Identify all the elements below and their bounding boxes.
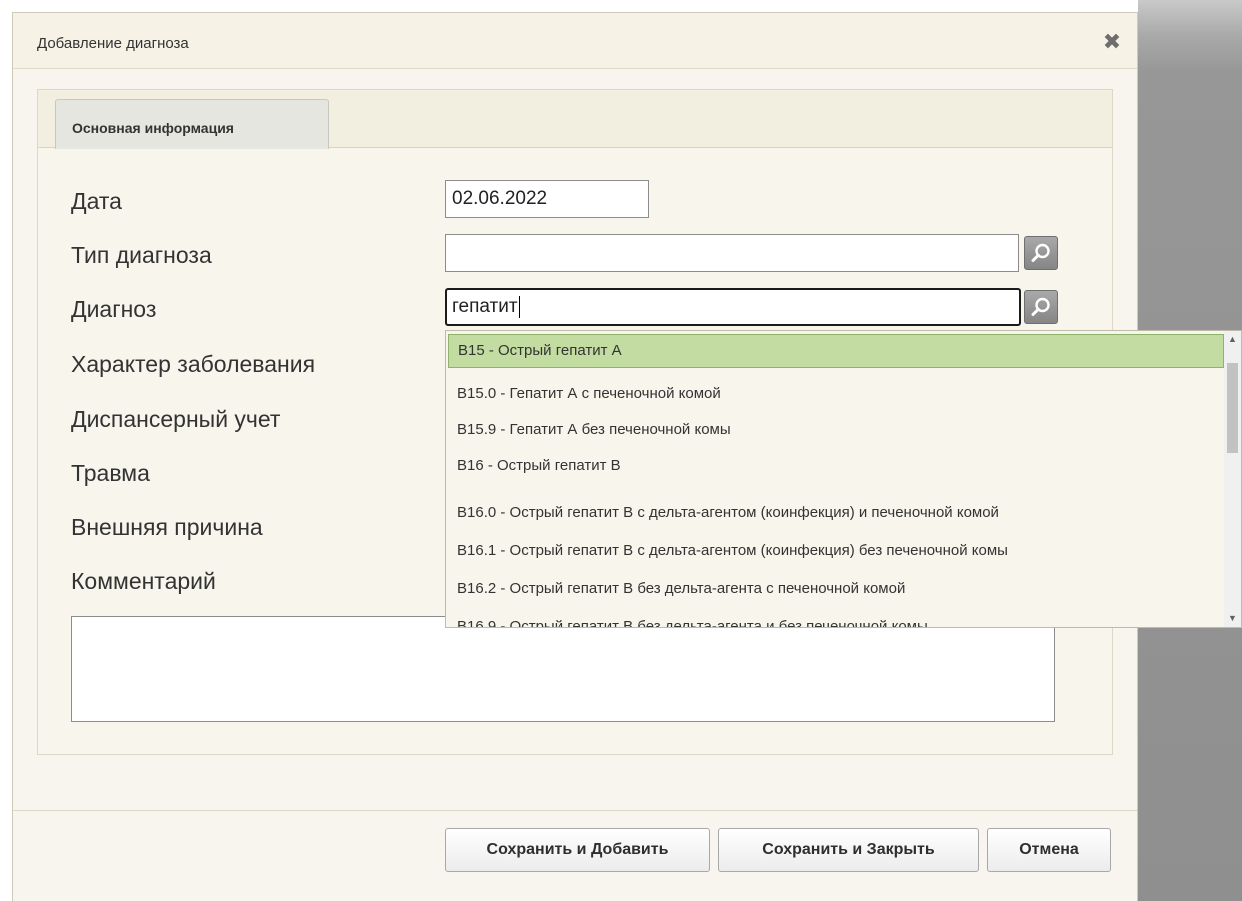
dispensary-label: Диспансерный учет	[71, 406, 281, 432]
autocomplete-item[interactable]: B16.2 - Острый гепатит B без дельта-аген…	[446, 572, 1226, 606]
autocomplete-item[interactable]: B16.1 - Острый гепатит B с дельта-агенто…	[446, 534, 1226, 568]
footer-divider	[13, 810, 1137, 811]
date-label: Дата	[71, 188, 122, 214]
autocomplete-item[interactable]: B15.9 - Гепатит А без печеночной комы	[446, 413, 1226, 447]
comment-label: Комментарий	[71, 568, 216, 594]
scroll-down-icon[interactable]: ▼	[1224, 610, 1241, 627]
autocomplete-item[interactable]: B15.0 - Гепатит А с печеночной комой	[446, 377, 1226, 411]
autocomplete-scrollbar[interactable]: ▲ ▼	[1224, 331, 1241, 627]
autocomplete-item[interactable]: B16 - Острый гепатит B	[446, 449, 1226, 483]
autocomplete-item[interactable]: B16.9 - Острый гепатит B без дельта-аген…	[446, 610, 1226, 627]
search-icon	[1031, 297, 1050, 316]
disease-character-label: Характер заболевания	[71, 351, 316, 377]
cancel-button[interactable]: Отмена	[987, 828, 1111, 872]
diagnosis-type-field[interactable]	[445, 234, 1019, 272]
diagnosis-field-value: гепатит	[452, 296, 518, 317]
tab-main-info[interactable]: Основная информация	[55, 99, 329, 149]
diagnosis-type-label: Тип диагноза	[71, 242, 212, 268]
diagnosis-type-lookup-button[interactable]	[1024, 236, 1058, 270]
save-and-close-button[interactable]: Сохранить и Закрыть	[718, 828, 979, 872]
text-caret	[518, 295, 520, 318]
scrollbar-thumb[interactable]	[1227, 363, 1238, 453]
external-cause-label: Внешняя причина	[71, 514, 263, 540]
save-and-add-button[interactable]: Сохранить и Добавить	[445, 828, 710, 872]
date-field[interactable]: 02.06.2022	[445, 180, 649, 218]
diagnosis-autocomplete-list: B15 - Острый гепатит А B15.0 - Гепатит А…	[445, 330, 1242, 628]
tab-main-info-label: Основная информация	[72, 120, 234, 136]
close-icon[interactable]: ✖	[1101, 31, 1123, 53]
scroll-up-icon[interactable]: ▲	[1224, 331, 1241, 348]
diagnosis-field[interactable]: гепатит	[445, 288, 1021, 326]
diagnosis-lookup-button[interactable]	[1024, 290, 1058, 324]
tabstrip: Основная информация	[38, 90, 1112, 149]
comment-textarea[interactable]	[71, 616, 1055, 722]
diagnosis-label: Диагноз	[71, 296, 157, 322]
dialog-title: Добавление диагноза	[37, 35, 189, 52]
autocomplete-item[interactable]: B15 - Острый гепатит А	[448, 334, 1224, 368]
injury-label: Травма	[71, 460, 150, 486]
dialog-header: Добавление диагноза ✖	[13, 13, 1137, 69]
autocomplete-item[interactable]: B16.0 - Острый гепатит B с дельта-агенто…	[446, 496, 1226, 530]
search-icon	[1031, 243, 1050, 262]
